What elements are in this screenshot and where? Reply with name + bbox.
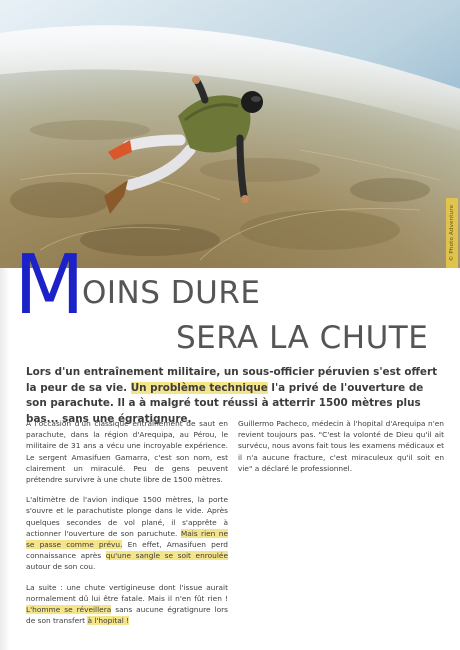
magazine-page: © Photo Adventure M OINS DURE SERA LA CH…: [0, 0, 460, 650]
paragraph-1: A l'occasion d'un classique entraînement…: [26, 419, 228, 485]
title-line-1: OINS DURE: [82, 275, 261, 311]
title-drop-letter: M: [14, 238, 85, 333]
article-column-right: Guillermo Pacheco, médecin à l'hopital d…: [238, 418, 444, 474]
title-line-2: SERA LA CHUTE: [176, 320, 429, 356]
article-title: M OINS DURE SERA LA CHUTE: [0, 245, 460, 357]
paragraph-3: La suite : une chute vertigineuse dont l…: [26, 582, 228, 627]
paragraph-3-highlight-1: L'homme se réveillera: [26, 605, 112, 615]
article-column-left: A l'occasion d'un classique entraînement…: [26, 418, 229, 627]
paragraph-2-highlight-2: qu'une sangle se soit enroulée: [105, 551, 228, 561]
skydiver-illustration: [0, 0, 460, 268]
paragraph-2: L'altimètre de l'avion indique 1500 mètr…: [26, 494, 229, 572]
paragraph-3-highlight-2: à l'hopital !: [87, 616, 130, 626]
paragraph-4: Guillermo Pacheco, médecin à l'hopital d…: [238, 419, 444, 473]
photo-credit-text: © Photo Adventure: [449, 204, 455, 262]
lead-highlight: Un problème technique: [130, 381, 268, 394]
paragraph-2-text-c: autour de son cou.: [26, 562, 96, 572]
paragraph-3-text-a: La suite : une chute vertigineuse dont l…: [26, 582, 228, 603]
skydiver-photo: [0, 0, 460, 268]
